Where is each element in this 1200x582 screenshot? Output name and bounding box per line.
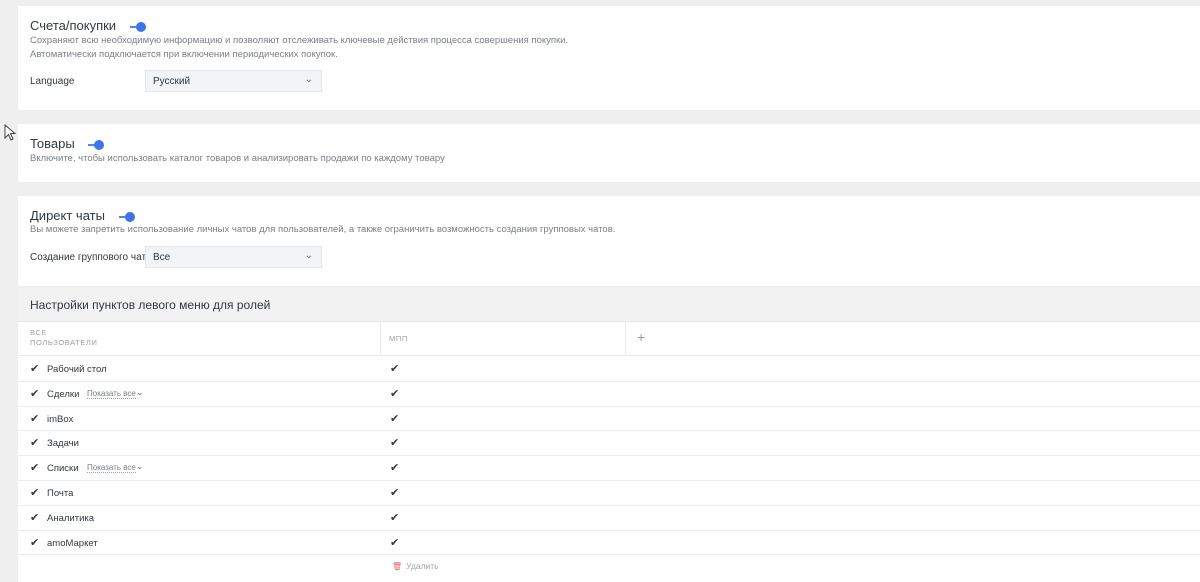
check-icon[interactable]: ✔ xyxy=(30,461,39,474)
row-label: Аналитика xyxy=(47,512,95,524)
products-card: Товары Включите, чтобы использовать ката… xyxy=(18,124,1200,182)
row-label: Рабочий стол xyxy=(47,364,107,375)
group-chat-label: Создание группового чата xyxy=(30,252,152,263)
delete-role-button[interactable]: 🗑 Удалить xyxy=(392,561,439,571)
check-icon[interactable]: ✔ xyxy=(390,436,399,449)
table-row: ✔ Аналитика ✔ xyxy=(18,506,1200,531)
language-label: Language xyxy=(30,76,75,87)
group-chat-select-value: Все xyxy=(153,252,171,263)
table-header: ВСЕ ПОЛЬЗОВАТЕЛИ МПП + xyxy=(18,322,1200,356)
group-chat-select[interactable]: Все ⌄ xyxy=(145,246,322,268)
check-icon[interactable]: ✔ xyxy=(390,511,399,524)
check-icon[interactable]: ✔ xyxy=(30,486,39,499)
check-icon[interactable]: ✔ xyxy=(390,387,399,400)
column-mpp: МПП xyxy=(389,334,408,343)
products-section-header: Товары xyxy=(30,136,105,151)
chevron-down-icon[interactable]: ⌄ xyxy=(136,461,144,472)
chevron-down-icon: ⌄ xyxy=(304,250,313,261)
check-icon[interactable]: ✔ xyxy=(30,511,39,524)
column-divider xyxy=(625,322,626,356)
check-icon[interactable]: ✔ xyxy=(390,362,399,375)
row-label: Почта xyxy=(47,488,74,499)
language-select-value: Русский xyxy=(153,76,191,87)
chevron-down-icon[interactable]: ⌄ xyxy=(136,387,144,398)
invoices-description-2: Автоматически подключается при включении… xyxy=(30,49,338,60)
check-icon[interactable]: ✔ xyxy=(30,387,39,400)
invoices-toggle[interactable] xyxy=(129,21,146,32)
check-icon[interactable]: ✔ xyxy=(390,486,399,499)
check-icon[interactable]: ✔ xyxy=(30,436,39,449)
menu-settings-card: Настройки пунктов левого меню для ролей … xyxy=(18,288,1200,582)
table-row: ✔ Почта ✔ xyxy=(18,481,1200,506)
invoices-card: Счета/покупки Сохраняют всю необходимую … xyxy=(18,6,1200,110)
column-divider xyxy=(380,322,381,356)
check-icon[interactable]: ✔ xyxy=(390,412,399,425)
language-select[interactable]: Русский ⌄ xyxy=(145,70,322,92)
row-label: Сделки xyxy=(47,388,80,400)
trash-icon: 🗑 xyxy=(392,562,403,571)
table-row: ✔ Рабочий стол ✔ xyxy=(18,357,1200,382)
chevron-down-icon: ⌄ xyxy=(304,74,313,85)
table-row: ✔ Списки Показать все ⌄ ✔ xyxy=(18,456,1200,481)
show-all-link[interactable]: Показать все xyxy=(87,389,136,399)
direct-chats-toggle[interactable] xyxy=(118,211,135,222)
row-label: imBox xyxy=(47,413,74,425)
check-icon[interactable]: ✔ xyxy=(30,536,39,549)
show-all-link[interactable]: Показать все xyxy=(87,463,136,474)
products-toggle[interactable] xyxy=(88,139,105,150)
direct-chats-description: Вы можете запретить использование личных… xyxy=(30,224,616,235)
column-all-users-line1: ВСЕ xyxy=(30,328,47,337)
invoices-description-1: Сохраняют всю необходимую информацию и п… xyxy=(30,35,569,46)
menu-settings-header: Настройки пунктов левого меню для ролей xyxy=(18,288,1200,322)
row-label: amoМаркет xyxy=(47,537,98,549)
invoices-section-header: Счета/покупки xyxy=(30,18,146,33)
row-label: Списки xyxy=(47,463,79,475)
column-all-users-line2: ПОЛЬЗОВАТЕЛИ xyxy=(30,338,98,347)
check-icon[interactable]: ✔ xyxy=(390,461,399,474)
add-role-button[interactable]: + xyxy=(637,329,645,345)
direct-chats-card: Директ чаты Вы можете запретить использо… xyxy=(18,196,1200,286)
table-row: ✔ Задачи ✔ xyxy=(18,431,1200,457)
check-icon[interactable]: ✔ xyxy=(390,536,399,549)
products-description: Включите, чтобы использовать каталог тов… xyxy=(30,153,445,164)
products-title: Товары xyxy=(30,136,75,151)
delete-label: Удалить xyxy=(406,561,439,571)
table-row: ✔ Сделки Показать все ⌄ ✔ xyxy=(18,382,1200,407)
table-row: ✔ amoМаркет ✔ xyxy=(18,531,1200,556)
check-icon[interactable]: ✔ xyxy=(30,362,39,375)
row-label: Задачи xyxy=(47,438,79,450)
check-icon[interactable]: ✔ xyxy=(30,412,39,425)
direct-chats-section-header: Директ чаты xyxy=(30,208,135,223)
menu-settings-title: Настройки пунктов левого меню для ролей xyxy=(30,298,271,312)
invoices-title: Счета/покупки xyxy=(30,18,117,33)
table-row: ✔ imBox ✔ xyxy=(18,407,1200,432)
mouse-cursor-icon xyxy=(4,124,17,141)
direct-chats-title: Директ чаты xyxy=(30,208,105,223)
